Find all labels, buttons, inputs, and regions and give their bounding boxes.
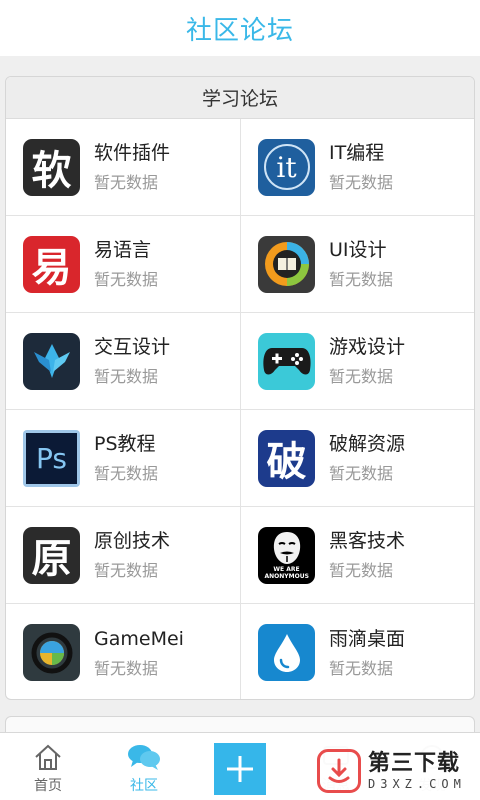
- forum-item-desc: 暂无数据: [329, 658, 394, 678]
- forum-item-ps-tutorial[interactable]: Ps PS教程 暂无数据: [6, 410, 241, 507]
- forum-item-name: GameMei: [94, 627, 184, 650]
- gamemei-logo-icon: [23, 624, 80, 681]
- forum-item-name: IT编程: [329, 142, 385, 164]
- forum-item-name: 破解资源: [329, 433, 406, 455]
- forum-item-name: 雨滴桌面: [329, 627, 406, 650]
- forum-item-name: 交互设计: [94, 336, 171, 358]
- forum-item-name: 易语言: [94, 239, 152, 261]
- forum-item-game-design[interactable]: 游戏设计 暂无数据: [241, 313, 474, 410]
- yuanchuang-logo-icon: 原: [23, 526, 80, 584]
- forum-item-desc: 暂无数据: [94, 464, 159, 483]
- forum-item-desc: 暂无数据: [94, 658, 159, 678]
- forum-item-interaction-design[interactable]: 交互设计 暂无数据: [6, 313, 241, 410]
- watermark-cn: 第三下载: [368, 751, 461, 776]
- pojie-logo-icon: 破: [258, 429, 315, 487]
- forum-item-desc: 暂无数据: [329, 173, 394, 192]
- it-logo-icon: it: [258, 138, 315, 196]
- forum-item-desc: 暂无数据: [329, 561, 394, 580]
- photoshop-logo-icon: Ps: [23, 429, 80, 487]
- plus-icon: [227, 756, 253, 782]
- ruanjian-logo-icon: 软: [23, 138, 80, 196]
- app-header: 社区论坛: [0, 0, 480, 56]
- watermark: 第三下载 D3XZ.COM: [313, 742, 480, 800]
- interaction-design-logo-icon: [23, 332, 80, 390]
- forum-item-name: 黑客技术: [329, 530, 406, 552]
- tab-label: 社区: [130, 778, 158, 794]
- ui-design-logo-icon: [258, 235, 315, 293]
- forum-grid: 软 软件插件 暂无数据 it IT编程 暂无数据 易 易语言 暂无数据 UI设计…: [6, 119, 474, 699]
- tab-home[interactable]: 首页: [0, 733, 96, 800]
- forum-item-desc: 暂无数据: [329, 367, 394, 386]
- forum-item-software-plugins[interactable]: 软 软件插件 暂无数据: [6, 119, 241, 216]
- tab-community[interactable]: 社区: [96, 733, 192, 800]
- tab-add[interactable]: [192, 733, 288, 800]
- forum-item-original-tech[interactable]: 原 原创技术 暂无数据: [6, 507, 241, 604]
- forum-item-hacker-tech[interactable]: WE ARE ANONYMOUS 黑客技术 暂无数据: [241, 507, 474, 604]
- home-icon: [35, 744, 61, 770]
- page-title: 社区论坛: [185, 15, 294, 46]
- forum-item-ui-design[interactable]: UI设计 暂无数据: [241, 216, 474, 313]
- section-title: 学习论坛: [6, 77, 474, 119]
- forum-item-desc: 暂无数据: [94, 173, 159, 192]
- forum-item-name: 软件插件: [94, 142, 171, 164]
- forum-item-crack-resources[interactable]: 破 破解资源 暂无数据: [241, 410, 474, 507]
- add-button[interactable]: [214, 743, 266, 795]
- forum-item-gamemei[interactable]: GameMei 暂无数据: [6, 604, 241, 699]
- d3xz-logo-icon: [317, 749, 361, 793]
- forum-item-yiyuyan[interactable]: 易 易语言 暂无数据: [6, 216, 241, 313]
- forum-item-desc: 暂无数据: [329, 464, 394, 483]
- forum-item-name: UI设计: [329, 239, 387, 261]
- yiyuyan-logo-icon: 易: [23, 235, 80, 293]
- forum-item-name: 游戏设计: [329, 336, 406, 358]
- forum-section: 学习论坛 软 软件插件 暂无数据 it IT编程 暂无数据 易 易语言 暂无数据…: [5, 76, 475, 700]
- forum-item-desc: 暂无数据: [94, 561, 159, 580]
- forum-item-desc: 暂无数据: [94, 367, 159, 386]
- watermark-en: D3XZ.COM: [368, 777, 466, 791]
- anonymous-mask-logo-icon: WE ARE ANONYMOUS: [258, 526, 315, 584]
- forum-item-raindrop-desktop[interactable]: 雨滴桌面 暂无数据: [241, 604, 474, 699]
- raindrop-logo-icon: [258, 624, 315, 681]
- forum-item-name: 原创技术: [94, 530, 171, 552]
- tab-label: 首页: [34, 778, 62, 794]
- forum-item-desc: 暂无数据: [94, 270, 159, 289]
- forum-item-it-programming[interactable]: it IT编程 暂无数据: [241, 119, 474, 216]
- forum-item-name: PS教程: [94, 433, 156, 455]
- forum-item-desc: 暂无数据: [329, 270, 394, 289]
- gamepad-logo-icon: [258, 332, 315, 390]
- chat-bubbles-icon: [128, 745, 160, 770]
